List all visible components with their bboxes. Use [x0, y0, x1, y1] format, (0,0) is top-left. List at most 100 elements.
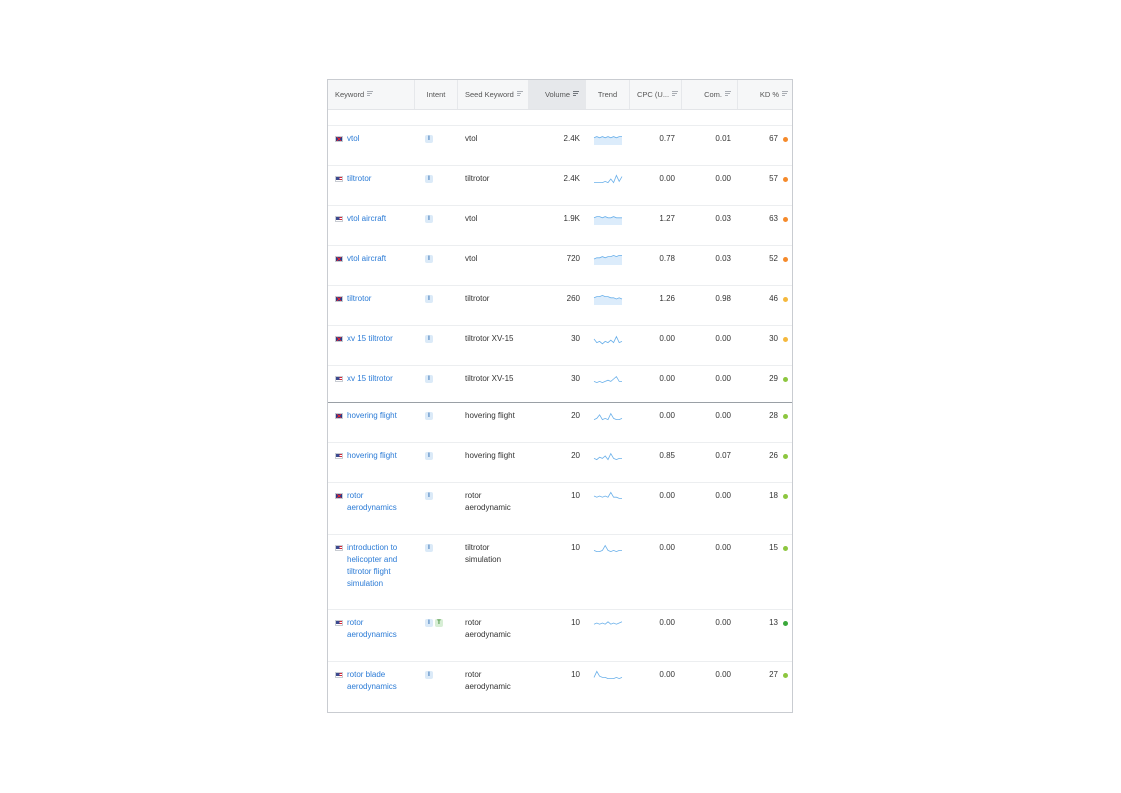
intent-badge-i[interactable]: I [425, 452, 433, 460]
keyword-text: xv 15 tiltrotor [347, 374, 393, 383]
seed-keyword-text: aerodynamic [465, 682, 511, 691]
column-header-keyword[interactable]: Keyword [328, 80, 415, 109]
keyword-link[interactable]: hovering flight [347, 450, 419, 462]
flag-gb-icon [335, 136, 343, 142]
flag-us-icon [335, 672, 343, 678]
column-header-cpc[interactable]: CPC (U... [630, 80, 682, 109]
keyword-link[interactable]: vtol aircraft [347, 253, 419, 265]
seed-keyword-text: rotor [465, 670, 482, 679]
competition-value: 0.00 [715, 618, 731, 627]
competition-value: 0.07 [715, 451, 731, 460]
keyword-link[interactable]: vtol [347, 133, 419, 145]
intent-badge-i[interactable]: I [425, 671, 433, 679]
column-header-kd[interactable]: KD % [738, 80, 792, 109]
kd-value: 57 [769, 174, 778, 183]
seed-keyword: tiltrotor simulation [465, 542, 535, 566]
column-header-intent[interactable]: Intent [415, 80, 458, 109]
intent-badge-i[interactable]: I [425, 492, 433, 500]
kd-value: 26 [769, 451, 778, 460]
volume-value: 20 [571, 411, 580, 420]
keyword-link[interactable]: introduction to helicopter and tiltrotor f… [347, 542, 419, 590]
flag-us-icon [335, 453, 343, 459]
intent-badge-t[interactable]: T [435, 619, 443, 627]
sort-icon [782, 91, 788, 97]
keyword-text: aerodynamics [347, 630, 397, 639]
column-header-trend-label: Trend [597, 90, 618, 99]
seed-keyword-text: hovering flight [465, 451, 515, 460]
kd-difficulty-dot [783, 621, 788, 626]
intent-badge-i[interactable]: I [425, 175, 433, 183]
table-row: introduction to helicopter and tiltrotor f… [328, 534, 792, 609]
intent-badge-i[interactable]: I [425, 335, 433, 343]
keyword-text: helicopter and [347, 555, 398, 564]
keyword-text: vtol aircraft [347, 254, 387, 263]
seed-keyword-text: vtol [465, 134, 478, 143]
keyword-link[interactable]: hovering flight [347, 410, 419, 422]
intent-badge-i[interactable]: I [425, 619, 433, 627]
seed-keyword: tiltrotor XV-15 [465, 333, 535, 345]
volume-value: 260 [566, 294, 580, 303]
seed-keyword-text: aerodynamic [465, 630, 511, 639]
flag-gb-icon [335, 256, 343, 262]
column-header-com[interactable]: Com. [682, 80, 738, 109]
flag-us-icon [335, 216, 343, 222]
competition-value: 0.00 [715, 670, 731, 679]
cpc-value: 0.00 [659, 543, 675, 552]
cpc-value: 0.00 [659, 618, 675, 627]
sort-icon [725, 91, 731, 97]
competition-value: 0.00 [715, 491, 731, 500]
flag-gb-icon [335, 296, 343, 302]
seed-keyword: hovering flight [465, 450, 535, 462]
table-row: rotor aerodynamics Irotor aerodynamic 10 0.00… [328, 482, 792, 534]
intent-badge-i[interactable]: I [425, 135, 433, 143]
keyword-link[interactable]: tiltrotor [347, 173, 419, 185]
keyword-link[interactable]: xv 15 tiltrotor [347, 333, 419, 345]
flag-gb-icon [335, 493, 343, 499]
intent-badge-i[interactable]: I [425, 375, 433, 383]
competition-value: 0.00 [715, 334, 731, 343]
intent-badge-i[interactable]: I [425, 544, 433, 552]
keyword-text: simulation [347, 579, 384, 588]
kd-difficulty-dot [783, 494, 788, 499]
column-header-trend: Trend [586, 80, 630, 109]
kd-value: 63 [769, 214, 778, 223]
seed-keyword-text: simulation [465, 555, 502, 564]
seed-keyword-text: hovering flight [465, 411, 515, 420]
table-row: hovering flight Ihovering flight 20 0.00 0.0… [328, 402, 792, 442]
keyword-link[interactable]: rotor blade aerodynamics [347, 669, 419, 693]
volume-value: 10 [571, 543, 580, 552]
keyword-link[interactable]: tiltrotor [347, 293, 419, 305]
kd-difficulty-dot [783, 257, 788, 262]
flag-gb-icon [335, 413, 343, 419]
cpc-value: 0.78 [659, 254, 675, 263]
keyword-link[interactable]: vtol aircraft [347, 213, 419, 225]
intent-badge-i[interactable]: I [425, 295, 433, 303]
volume-value: 20 [571, 451, 580, 460]
kd-difficulty-dot [783, 137, 788, 142]
cpc-value: 0.77 [659, 134, 675, 143]
cpc-value: 1.26 [659, 294, 675, 303]
kd-difficulty-dot [783, 177, 788, 182]
keyword-text: aerodynamics [347, 503, 397, 512]
sort-icon [516, 91, 523, 97]
keyword-text: hovering flight [347, 411, 397, 420]
table-row: vtol aircraft Ivtol 1.9K 1.27 0.03 63 [328, 205, 792, 245]
intent-badge-i[interactable]: I [425, 412, 433, 420]
keyword-link[interactable]: xv 15 tiltrotor [347, 373, 419, 385]
column-header-seed-keyword[interactable]: Seed Keyword [458, 80, 529, 109]
keyword-link[interactable]: rotor aerodynamics [347, 490, 419, 514]
intent-badge-i[interactable]: I [425, 255, 433, 263]
table-row: tiltrotor Itiltrotor 2.4K 0.00 0.00 57 [328, 165, 792, 205]
seed-keyword-text: vtol [465, 214, 478, 223]
table-row: hovering flight Ihovering flight 20 0.85 0.0… [328, 442, 792, 482]
volume-value: 30 [571, 374, 580, 383]
competition-value: 0.00 [715, 411, 731, 420]
keyword-link[interactable]: rotor aerodynamics [347, 617, 419, 641]
intent-badge-i[interactable]: I [425, 215, 433, 223]
sort-icon [672, 91, 679, 97]
cpc-value: 1.27 [659, 214, 675, 223]
competition-value: 0.98 [715, 294, 731, 303]
keyword-text: rotor [347, 618, 364, 627]
competition-value: 0.00 [715, 543, 731, 552]
column-header-volume[interactable]: Volume [529, 80, 586, 109]
